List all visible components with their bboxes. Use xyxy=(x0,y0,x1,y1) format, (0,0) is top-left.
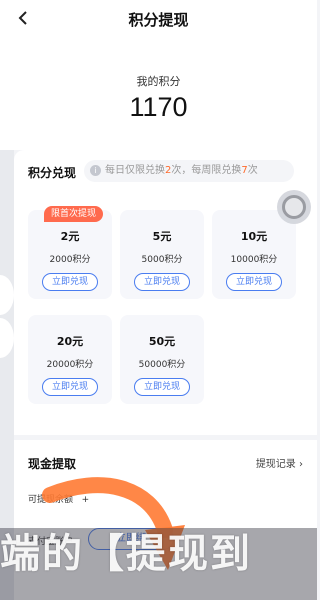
exchange-option-5: 5元 5000积分 立即兑现 xyxy=(120,210,204,299)
exchange-amount: 50元 xyxy=(148,335,176,348)
exchange-cost: 2000积分 xyxy=(49,255,91,265)
redeem-button[interactable]: 立即兑现 xyxy=(134,273,190,291)
points-label: 我的积分 xyxy=(136,75,181,88)
exchange-cost: 5000积分 xyxy=(141,255,183,265)
ring-icon xyxy=(282,195,306,219)
limit-notice: i 每日仅限兑换2次，每周限兑换7次 xyxy=(84,160,294,182)
top-bar: 积分提现 xyxy=(0,0,317,40)
exchange-title: 积分兑现 xyxy=(28,166,77,180)
exchange-cost: 10000积分 xyxy=(230,255,278,265)
exchange-amount: 2元 xyxy=(60,230,80,243)
points-card: 我的积分 1170 xyxy=(0,40,317,150)
redeem-button[interactable]: 立即兑现 xyxy=(226,273,282,291)
exchange-cost: 50000积分 xyxy=(138,360,186,370)
first-withdraw-tag: 限首次提现 xyxy=(44,206,104,222)
withdraw-record-link[interactable]: 提现记录 › xyxy=(256,455,303,470)
exchange-option-10: 10元 10000积分 立即兑现 xyxy=(212,210,296,299)
chevron-right-icon: › xyxy=(299,459,303,470)
info-icon: i xyxy=(90,164,101,176)
points-value: 1170 xyxy=(129,92,188,122)
redeem-button[interactable]: 立即兑现 xyxy=(134,378,190,396)
record-link-label: 提现记录 xyxy=(255,459,296,470)
redeem-button[interactable]: 立即兑现 xyxy=(42,378,98,396)
floating-assist-button[interactable] xyxy=(277,190,311,224)
exchange-amount: 10元 xyxy=(240,230,268,243)
limit-suffix: 次 xyxy=(247,165,258,176)
exchange-amount: 20元 xyxy=(56,335,84,348)
limit-prefix: 每日仅限兑换 xyxy=(105,165,165,176)
cash-title: 现金提取 xyxy=(28,457,77,471)
limit-middle: 次，每周限兑换 xyxy=(171,165,242,176)
exchange-option-20: 20元 20000积分 立即兑现 xyxy=(28,315,112,404)
redeem-button[interactable]: 立即兑现 xyxy=(42,273,98,291)
page-title: 积分提现 xyxy=(128,11,189,29)
exchange-option-2: 2元 2000积分 立即兑现 xyxy=(28,210,112,299)
video-caption: 端的【提现到 xyxy=(0,531,252,577)
exchange-amount: 5元 xyxy=(152,230,172,243)
exchange-section: 积分兑现 i 每日仅限兑换2次，每周限兑换7次 2元 2000积分 立即兑现 5元… xyxy=(14,150,317,435)
exchange-option-50: 50元 50000积分 立即兑现 xyxy=(120,315,204,404)
exchange-cost: 20000积分 xyxy=(46,360,94,370)
